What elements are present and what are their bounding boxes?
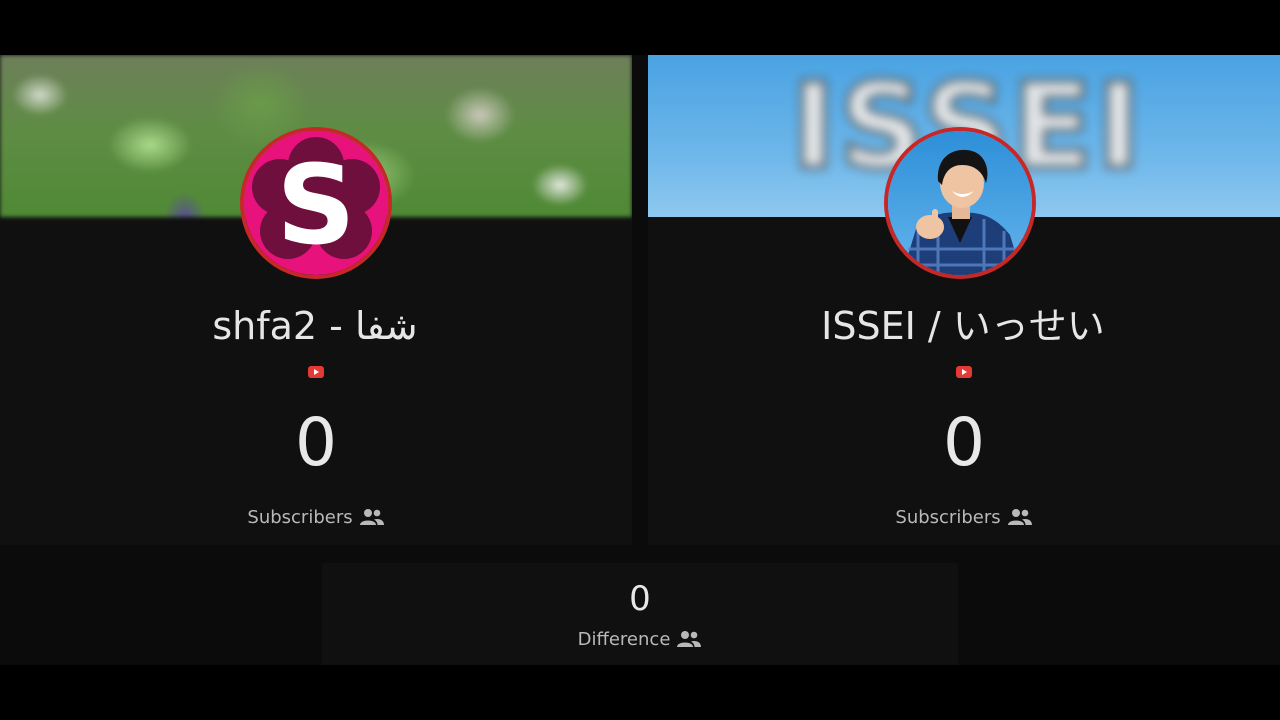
difference-value: 0 xyxy=(629,579,651,619)
letter-s-flower-logo-icon: S xyxy=(244,131,388,275)
difference-label: Difference xyxy=(577,628,671,650)
subscriber-label-row-left: Subscribers xyxy=(0,505,632,529)
subscriber-label-right: Subscribers xyxy=(895,506,1001,528)
avatar-letter: S xyxy=(276,141,355,269)
users-icon xyxy=(677,631,702,647)
channel-name-right[interactable]: ISSEI / いっせい xyxy=(648,302,1279,350)
youtube-icon[interactable] xyxy=(308,366,324,378)
subscriber-count-left: 0 xyxy=(295,404,337,481)
channel-avatar-right xyxy=(884,127,1036,279)
comparison-stage: S shfa2 - شفا 0 Subscribers ISSEI ISSEI … xyxy=(0,55,1280,665)
users-icon xyxy=(359,509,384,525)
users-icon xyxy=(1007,509,1032,525)
subscriber-count-right: 0 xyxy=(943,404,985,481)
channel-card-left: S shfa2 - شفا 0 Subscribers xyxy=(0,55,632,545)
person-pointing-photo-icon xyxy=(888,131,1032,275)
difference-card: 0 Difference xyxy=(322,563,958,665)
youtube-icon[interactable] xyxy=(956,366,972,378)
channel-avatar-left: S xyxy=(240,127,392,279)
difference-label-row: Difference xyxy=(322,627,958,651)
channel-name-left[interactable]: shfa2 - شفا xyxy=(0,302,631,350)
channel-card-right: ISSEI ISSEI / いっせい 0 Subscribers xyxy=(648,55,1280,545)
subscriber-label-row-right: Subscribers xyxy=(648,505,1280,529)
subscriber-label-left: Subscribers xyxy=(247,506,353,528)
